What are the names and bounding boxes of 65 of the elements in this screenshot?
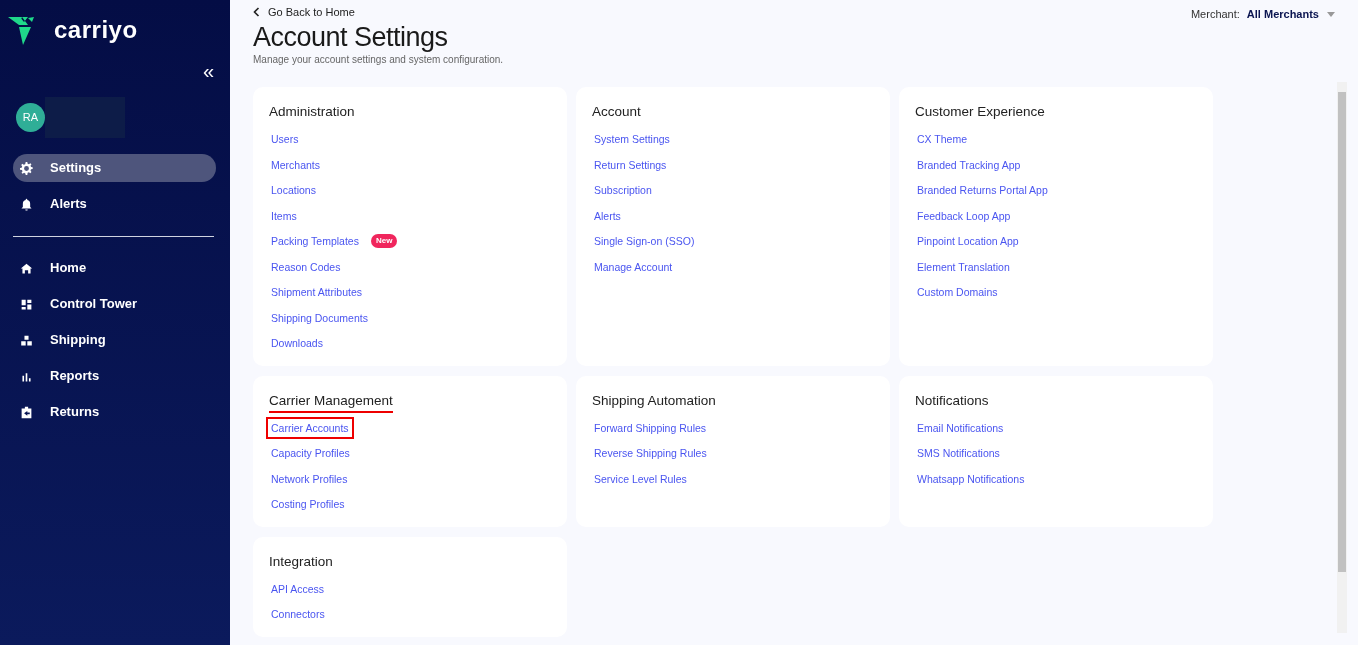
- nav-item[interactable]: Reports: [13, 362, 216, 390]
- settings-link[interactable]: Costing Profiles: [266, 493, 350, 516]
- home-icon: [20, 261, 33, 275]
- settings-link[interactable]: Return Settings: [589, 153, 672, 176]
- settings-link[interactable]: Pinpoint Location App: [912, 230, 1024, 253]
- card-title: Notifications: [915, 391, 989, 410]
- settings-link[interactable]: SMS Notifications: [912, 442, 1005, 465]
- nav-item[interactable]: Control Tower: [13, 290, 216, 318]
- settings-link[interactable]: Alerts: [589, 204, 626, 227]
- clipboard-icon: [20, 405, 33, 419]
- settings-link[interactable]: Downloads: [266, 332, 328, 355]
- settings-link[interactable]: Email Notifications: [912, 416, 1009, 439]
- settings-link[interactable]: Service Level Rules: [589, 467, 692, 490]
- settings-link[interactable]: Whatsapp Notifications: [912, 467, 1030, 490]
- settings-icon: [20, 161, 33, 175]
- bell-icon: [20, 197, 33, 211]
- settings-link[interactable]: Items: [266, 204, 302, 227]
- settings-link[interactable]: Packing Templates: [266, 230, 364, 253]
- nav-item[interactable]: Settings: [13, 154, 216, 182]
- card-title: Integration: [269, 552, 333, 571]
- nav-item[interactable]: Alerts: [13, 190, 216, 218]
- settings-link[interactable]: Network Profiles: [266, 467, 353, 490]
- settings-link[interactable]: System Settings: [589, 128, 675, 151]
- settings-link[interactable]: Users: [266, 128, 304, 151]
- settings-link[interactable]: Subscription: [589, 179, 657, 202]
- settings-link[interactable]: Branded Returns Portal App: [912, 179, 1053, 202]
- page-title: Account Settings: [253, 22, 449, 53]
- card-title: Shipping Automation: [592, 391, 716, 410]
- settings-link[interactable]: Merchants: [266, 153, 326, 176]
- settings-link[interactable]: Reason Codes: [266, 255, 346, 278]
- user-avatar: RA: [16, 103, 45, 132]
- card-title: Carrier Management: [269, 391, 393, 413]
- card-title: Administration: [269, 103, 355, 122]
- brand-name: carriyo: [54, 18, 138, 42]
- merchant-label: Merchant:: [1190, 7, 1240, 22]
- settings-link[interactable]: Connectors: [266, 603, 330, 626]
- settings-link[interactable]: Carrier Accounts: [266, 416, 354, 439]
- settings-link[interactable]: Shipping Documents: [266, 306, 373, 329]
- nav-item[interactable]: Shipping: [13, 326, 216, 354]
- new-tag: New: [370, 234, 398, 249]
- card-title: Customer Experience: [915, 103, 1045, 122]
- boxes-icon: [20, 333, 33, 347]
- settings-link[interactable]: Shipment Attributes: [266, 281, 368, 304]
- dashboard-icon: [20, 297, 33, 311]
- settings-link[interactable]: Locations: [266, 179, 321, 202]
- settings-link[interactable]: Capacity Profiles: [266, 442, 355, 465]
- settings-link[interactable]: CX Theme: [912, 128, 972, 151]
- settings-link[interactable]: Manage Account: [589, 255, 678, 278]
- card-title: Account: [592, 103, 641, 122]
- nav-item[interactable]: Returns: [13, 398, 216, 426]
- settings-link[interactable]: Custom Domains: [912, 281, 1003, 304]
- settings-link[interactable]: API Access: [266, 577, 330, 600]
- back-link[interactable]: Go Back to Home: [253, 3, 355, 21]
- settings-link[interactable]: Forward Shipping Rules: [589, 416, 712, 439]
- settings-link[interactable]: Reverse Shipping Rules: [589, 442, 712, 465]
- page-subtitle: Manage your account settings and system configuration.: [253, 53, 505, 68]
- settings-link[interactable]: Feedback Loop App: [912, 204, 1016, 227]
- chevron-left-icon: [253, 7, 260, 17]
- collapse-button[interactable]: «: [202, 61, 214, 81]
- nav-item[interactable]: Home: [13, 254, 216, 282]
- settings-link[interactable]: Branded Tracking App: [912, 153, 1026, 176]
- settings-link[interactable]: Single Sign-on (SSO): [589, 230, 700, 253]
- settings-link[interactable]: Element Translation: [912, 255, 1015, 278]
- caret-down-icon: [1327, 11, 1335, 17]
- merchant-dropdown[interactable]: All Merchants: [1245, 5, 1336, 24]
